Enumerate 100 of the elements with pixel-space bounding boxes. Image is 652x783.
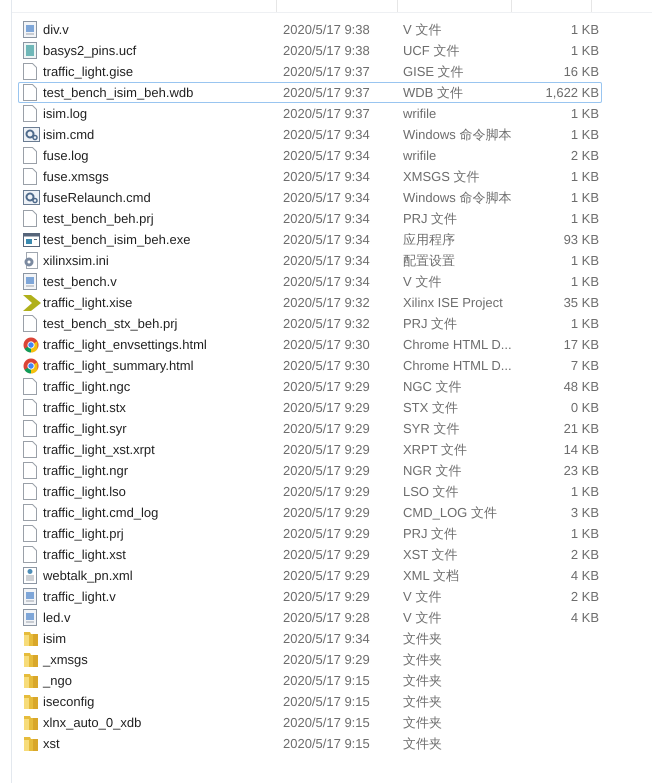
file-row[interactable]: traffic_light.stx 2020/5/17 9:29 STX 文件 0 KB [18, 397, 602, 418]
file-row[interactable]: test_bench.v 2020/5/17 9:34 V 文件 1 KB [18, 271, 602, 292]
file-size: 21 KB [564, 420, 599, 438]
file-name: div.v [43, 22, 69, 36]
file-size: 1 KB [570, 272, 599, 291]
file-name: fuse.xmsgs [43, 168, 109, 184]
file-size: 1 KB [570, 126, 599, 144]
file-row[interactable]: traffic_light.lso 2020/5/17 9:29 LSO 文件 1 KB [18, 481, 602, 502]
file-type: NGR 文件 [403, 462, 462, 478]
file-type: PRJ 文件 [403, 210, 458, 226]
modified-date: 2020/5/17 9:29 [283, 650, 371, 669]
file-type: XRPT 文件 [403, 442, 468, 456]
modified-date: 2020/5/17 9:29 [283, 524, 371, 543]
file-name: traffic_light.stx [43, 400, 126, 414]
modified-date: 2020/5/17 9:34 [283, 168, 371, 186]
file-row[interactable]: test_bench_stx_beh.prj 2020/5/17 9:32 PRJ 文件 1 KB [18, 313, 602, 334]
file-type: wrifile [403, 148, 436, 162]
file-size: 2 KB [570, 588, 599, 606]
file-name: xst [43, 736, 60, 750]
file-row[interactable]: traffic_light_summary.html 2020/5/17 9:30 Chrome HTML D... 7 KB [18, 355, 602, 376]
file-type: V 文件 [403, 610, 442, 624]
file-size: 0 KB [570, 398, 599, 417]
file-row[interactable]: traffic_light.v 2020/5/17 9:29 V 文件 2 KB [18, 586, 602, 607]
file-type: UCF 文件 [403, 42, 460, 58]
file-row[interactable]: traffic_light.xise 2020/5/17 9:32 Xilinx ISE Project 35 KB [18, 292, 602, 313]
file-row[interactable]: div.v 2020/5/17 9:38 V 文件 1 KB [18, 19, 602, 40]
modified-date: 2020/5/17 9:15 [283, 692, 371, 711]
file-type: Xilinx ISE Project [403, 294, 503, 310]
modified-date: 2020/5/17 9:30 [283, 356, 371, 375]
file-row[interactable]: traffic_light.syr 2020/5/17 9:29 SYR 文件 21 KB [18, 418, 602, 439]
folder-icon [23, 714, 39, 731]
file-type: WDB 文件 [403, 84, 463, 100]
file-size: 1 KB [570, 42, 599, 60]
file-type: SYR 文件 [403, 420, 460, 436]
file-type: 文件夹 [403, 630, 442, 646]
file-icon [23, 63, 37, 80]
file-icon [23, 105, 37, 122]
file-name: traffic_light.xst [43, 546, 126, 562]
file-type: 应用程序 [403, 232, 455, 246]
file-type: Windows 命令脚本 [403, 190, 512, 204]
file-name: webtalk_pn.xml [43, 568, 133, 582]
file-size: 35 KB [564, 294, 599, 312]
folder-icon [23, 693, 39, 710]
file-type: V 文件 [403, 22, 442, 36]
file-row[interactable]: isim.log 2020/5/17 9:37 wrifile 1 KB [18, 103, 602, 124]
file-row[interactable]: fuseRelaunch.cmd 2020/5/17 9:34 Windows 命令脚本 1 KB [18, 187, 602, 208]
file-icon [23, 399, 37, 416]
modified-date: 2020/5/17 9:34 [283, 146, 371, 165]
file-row[interactable]: test_bench_isim_beh.exe 2020/5/17 9:34 应用程序 93 KB [18, 229, 602, 250]
file-row[interactable]: traffic_light_envsettings.html 2020/5/17 9:30 Chrome HTML D... 17 KB [18, 334, 602, 355]
modified-date: 2020/5/17 9:34 [283, 630, 371, 648]
file-row[interactable]: led.v 2020/5/17 9:28 V 文件 4 KB [18, 607, 602, 628]
file-row[interactable]: traffic_light_xst.xrpt 2020/5/17 9:29 XRPT 文件 14 KB [18, 439, 602, 460]
file-name: _ngo [43, 672, 72, 688]
file-row[interactable]: traffic_light.gise 2020/5/17 9:37 GISE 文件 16 KB [18, 61, 602, 82]
file-row[interactable]: traffic_light.ngc 2020/5/17 9:29 NGC 文件 48 KB [18, 376, 602, 397]
file-row[interactable]: xilinxsim.ini 2020/5/17 9:34 配置设置 1 KB [18, 250, 602, 271]
modified-date: 2020/5/17 9:29 [283, 462, 371, 480]
file-size: 93 KB [564, 230, 599, 249]
file-size: 48 KB [564, 378, 599, 396]
file-name: test_bench_isim_beh.wdb [43, 84, 194, 100]
file-row[interactable]: xst 2020/5/17 9:15 文件夹 [18, 733, 602, 754]
file-name: traffic_light.ngr [43, 462, 128, 478]
file-icon [23, 462, 37, 479]
file-icon [23, 420, 37, 437]
file-icon [23, 147, 37, 164]
modified-date: 2020/5/17 9:29 [283, 398, 371, 417]
file-row[interactable]: xlnx_auto_0_xdb 2020/5/17 9:15 文件夹 [18, 712, 602, 733]
file-row[interactable]: test_bench_isim_beh.wdb 2020/5/17 9:37 WDB 文件 1,622 KB [18, 82, 602, 103]
file-size: 7 KB [570, 356, 599, 375]
modified-date: 2020/5/17 9:29 [283, 504, 371, 522]
file-name: traffic_light_envsettings.html [43, 336, 207, 352]
file-type: 文件夹 [403, 652, 442, 666]
file-name: traffic_light.cmd_log [43, 504, 158, 520]
file-size: 3 KB [570, 504, 599, 522]
modified-date: 2020/5/17 9:29 [283, 482, 371, 501]
file-row[interactable]: isim 2020/5/17 9:34 文件夹 [18, 628, 602, 649]
modified-date: 2020/5/17 9:38 [283, 42, 371, 60]
file-row[interactable]: fuse.log 2020/5/17 9:34 wrifile 2 KB [18, 145, 602, 166]
file-name: xilinxsim.ini [43, 252, 109, 268]
file-icon [23, 168, 37, 185]
file-row[interactable]: basys2_pins.ucf 2020/5/17 9:38 UCF 文件 1 KB [18, 40, 602, 61]
file-row[interactable]: traffic_light.xst 2020/5/17 9:29 XST 文件 2 KB [18, 544, 602, 565]
file-icon [23, 504, 37, 521]
file-row[interactable]: traffic_light.prj 2020/5/17 9:29 PRJ 文件 1 KB [18, 523, 602, 544]
file-row[interactable]: iseconfig 2020/5/17 9:15 文件夹 [18, 691, 602, 712]
file-type: XMSGS 文件 [403, 168, 480, 184]
source-file-icon [23, 609, 37, 626]
modified-date: 2020/5/17 9:34 [283, 252, 371, 270]
file-row[interactable]: fuse.xmsgs 2020/5/17 9:34 XMSGS 文件 1 KB [18, 166, 602, 187]
file-row[interactable]: webtalk_pn.xml 2020/5/17 9:29 XML 文档 4 KB [18, 565, 602, 586]
file-row[interactable]: traffic_light.ngr 2020/5/17 9:29 NGR 文件 23 KB [18, 460, 602, 481]
file-row[interactable]: traffic_light.cmd_log 2020/5/17 9:29 CMD_LOG 文件 3 KB [18, 502, 602, 523]
file-row[interactable]: _xmsgs 2020/5/17 9:29 文件夹 [18, 649, 602, 670]
folder-icon [23, 672, 39, 689]
file-row[interactable]: isim.cmd 2020/5/17 9:34 Windows 命令脚本 1 KB [18, 124, 602, 145]
file-row[interactable]: test_bench_beh.prj 2020/5/17 9:34 PRJ 文件 1 KB [18, 208, 602, 229]
modified-date: 2020/5/17 9:29 [283, 546, 371, 564]
file-row[interactable]: _ngo 2020/5/17 9:15 文件夹 [18, 670, 602, 691]
document-file-icon [23, 567, 37, 584]
